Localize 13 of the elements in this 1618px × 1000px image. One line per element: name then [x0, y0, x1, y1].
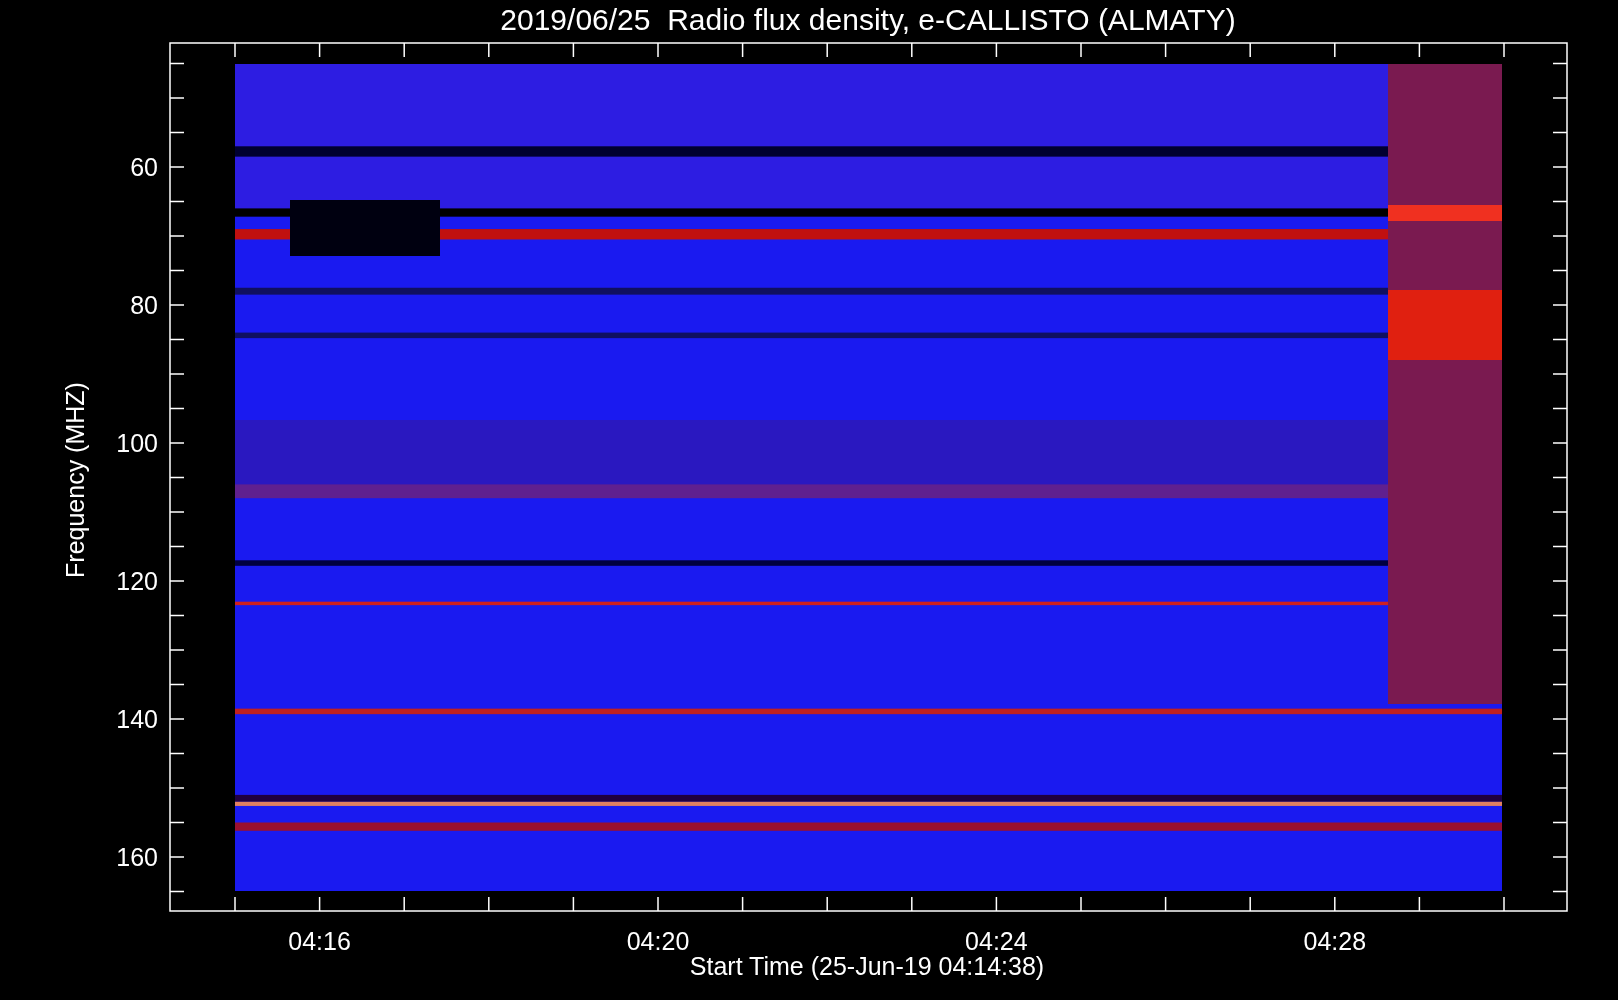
y-tick-label: 140 — [116, 705, 158, 733]
y-tick-label: 160 — [116, 843, 158, 871]
x-tick-label: 04:24 — [965, 927, 1028, 955]
x-axis-label: Start Time (25-Jun-19 04:14:38) — [689, 952, 1045, 980]
y-tick-label: 100 — [116, 429, 158, 457]
y-axis-label: Frequency (MHZ) — [61, 382, 89, 578]
chart-title: 2019/06/25 Radio flux density, e-CALLISTO (ALMATY) — [499, 2, 1237, 38]
x-tick-label: 04:20 — [626, 927, 690, 955]
x-tick-label: 04:16 — [288, 927, 351, 955]
y-tick-label: 60 — [130, 153, 158, 181]
y-tick-label: 80 — [130, 291, 158, 319]
y-tick-label: 120 — [116, 567, 158, 595]
x-tick-label: 04:28 — [1303, 927, 1367, 955]
